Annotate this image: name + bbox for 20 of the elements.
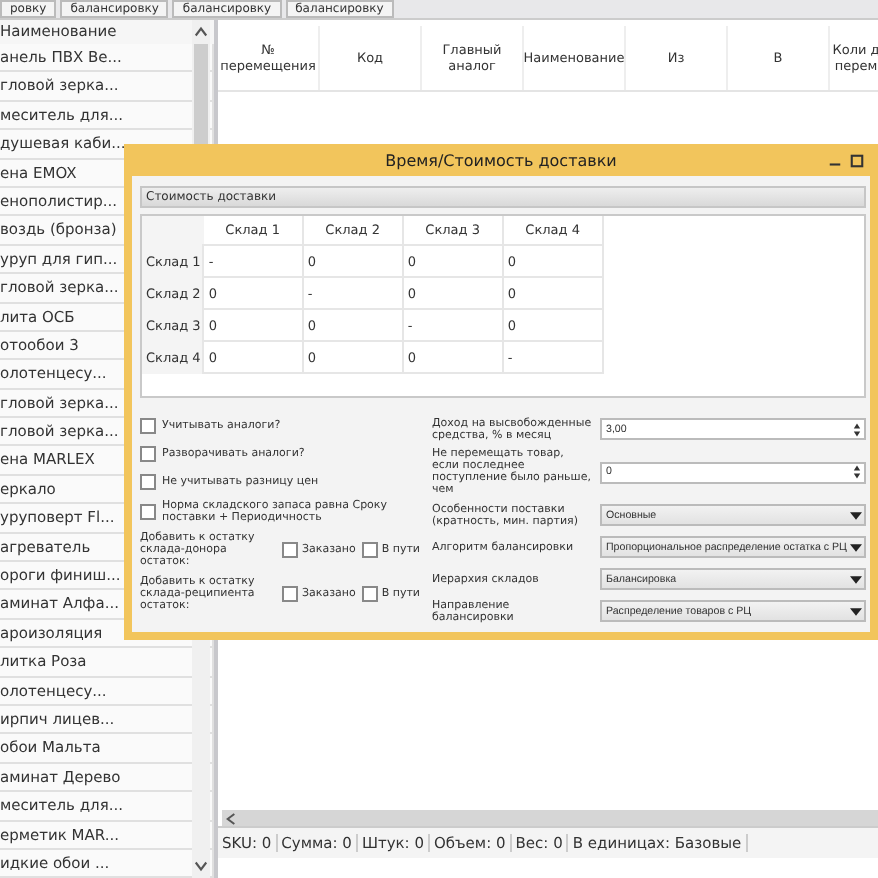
maximize-icon[interactable] <box>850 154 864 168</box>
checkbox[interactable] <box>281 542 298 558</box>
scroll-up-icon[interactable] <box>194 26 208 38</box>
checkbox[interactable] <box>281 586 298 602</box>
spinner-arrows-icon[interactable] <box>852 464 862 480</box>
scroll-down-icon[interactable] <box>194 860 208 872</box>
checkbox[interactable] <box>140 504 156 520</box>
caret-icon <box>850 511 862 519</box>
caret-icon <box>850 607 862 615</box>
caret-icon <box>850 575 862 583</box>
caret-icon <box>850 543 862 551</box>
checkbox[interactable] <box>140 418 156 434</box>
checkbox[interactable] <box>361 542 378 558</box>
checkbox[interactable] <box>140 474 156 490</box>
spinner-arrows-icon[interactable] <box>852 421 862 437</box>
window-title: Время/Стоимость доставки <box>385 151 617 169</box>
checkbox[interactable] <box>140 446 156 462</box>
checkbox[interactable] <box>361 586 378 602</box>
horizontal-scrollbar[interactable] <box>222 810 878 826</box>
scroll-left-icon[interactable] <box>226 811 236 825</box>
